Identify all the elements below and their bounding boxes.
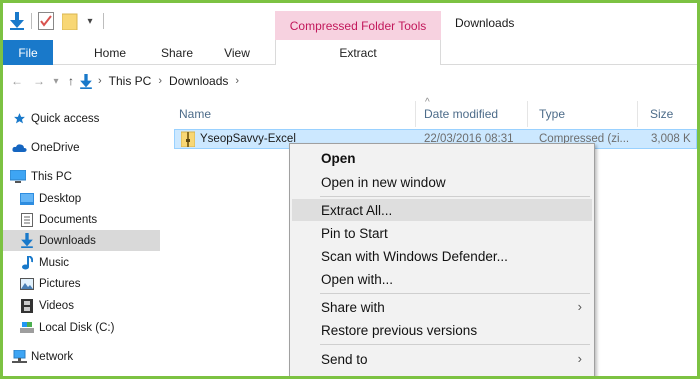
properties-icon[interactable] — [37, 11, 55, 31]
chevron-right-icon: › — [158, 75, 163, 87]
sidebar-item-onedrive[interactable]: OneDrive — [3, 137, 160, 158]
column-divider[interactable] — [527, 101, 528, 127]
chevron-right-icon: › — [235, 75, 240, 87]
title-bar: ▾ Compressed Folder Tools Downloads — [3, 3, 697, 41]
menu-item-open-with[interactable]: Open with... — [292, 268, 592, 290]
up-arrow-icon[interactable]: ↑ — [64, 73, 78, 89]
menu-item-restore-previous-versions[interactable]: Restore previous versions — [292, 319, 592, 341]
tab-extract[interactable]: Extract — [275, 40, 441, 65]
new-folder-icon[interactable] — [61, 11, 79, 31]
tab-home[interactable]: Home — [85, 40, 135, 65]
column-header-type[interactable]: Type — [539, 107, 565, 121]
chevron-right-icon: › — [98, 75, 102, 87]
menu-separator — [320, 344, 590, 345]
tab-share[interactable]: Share — [155, 40, 199, 65]
file-name: YseopSavvy-Excel — [200, 133, 296, 145]
qat-divider — [103, 13, 104, 29]
customize-qat-icon[interactable]: ▾ — [83, 11, 97, 31]
sidebar-item-this-pc[interactable]: This PC — [3, 166, 160, 187]
tab-view[interactable]: View — [217, 40, 257, 65]
column-header-size[interactable]: Size — [650, 107, 673, 121]
download-arrow-icon — [19, 233, 35, 248]
breadcrumb-this-pc[interactable]: This PC — [109, 74, 152, 88]
menu-item-send-to[interactable]: Send to › — [292, 348, 592, 370]
explorer-window: ▾ Compressed Folder Tools Downloads File… — [0, 0, 700, 379]
menu-item-scan-with-defender[interactable]: Scan with Windows Defender... — [292, 245, 592, 267]
star-icon — [11, 112, 27, 126]
film-icon — [19, 298, 35, 313]
zip-folder-icon — [180, 131, 196, 150]
sidebar-item-music[interactable]: Music — [3, 252, 160, 273]
column-divider[interactable] — [415, 101, 416, 127]
music-note-icon — [19, 255, 35, 270]
forward-arrow-icon[interactable]: → — [31, 73, 47, 89]
contextual-tab-group-header: Compressed Folder Tools — [275, 11, 441, 41]
pictures-icon — [19, 277, 35, 291]
sidebar-item-quick-access[interactable]: Quick access — [3, 108, 160, 129]
menu-separator — [320, 293, 590, 294]
network-icon — [11, 350, 27, 364]
computer-icon — [9, 170, 27, 184]
cloud-icon — [11, 141, 27, 155]
sidebar-item-desktop[interactable]: Desktop — [3, 188, 160, 209]
submenu-arrow-icon: › — [577, 351, 582, 366]
breadcrumb[interactable]: › This PC › Downloads › — [96, 71, 697, 91]
qat-divider — [31, 13, 32, 29]
desktop-folder-icon — [19, 192, 35, 206]
menu-item-open[interactable]: Open — [292, 147, 592, 169]
download-arrow-icon[interactable] — [9, 11, 25, 31]
drive-icon — [19, 321, 35, 335]
context-menu: Open Open in new window Extract All... P… — [289, 143, 595, 376]
menu-item-share-with[interactable]: Share with › — [292, 296, 592, 318]
address-bar: ← → ▾ ↑ › This PC › Downloads › — [3, 69, 697, 93]
sidebar-item-documents[interactable]: Documents — [3, 209, 160, 230]
file-size: 3,008 K — [651, 133, 691, 145]
breadcrumb-downloads[interactable]: Downloads — [169, 74, 228, 88]
ribbon-tabs: File Home Share View Extract — [3, 40, 697, 65]
downloads-location-icon — [78, 73, 94, 89]
sidebar-item-network[interactable]: Network — [3, 346, 160, 367]
recent-locations-chevron-icon[interactable]: ▾ — [50, 73, 62, 89]
menu-separator — [320, 196, 590, 197]
column-header-date[interactable]: Date modified — [424, 107, 498, 121]
sidebar-item-videos[interactable]: Videos — [3, 295, 160, 316]
navigation-pane: Quick access OneDrive This PC Desktop Do… — [3, 101, 163, 376]
submenu-arrow-icon: › — [577, 299, 582, 314]
column-headers: Name ^ Date modified Type Size — [163, 97, 697, 127]
sidebar-item-pictures[interactable]: Pictures — [3, 273, 160, 294]
back-arrow-icon[interactable]: ← — [9, 73, 25, 89]
tab-file[interactable]: File — [3, 40, 53, 65]
menu-item-pin-to-start[interactable]: Pin to Start — [292, 222, 592, 244]
column-header-name[interactable]: Name — [179, 107, 211, 121]
sidebar-item-downloads[interactable]: Downloads — [3, 230, 160, 251]
menu-item-open-in-new-window[interactable]: Open in new window — [292, 171, 592, 193]
documents-icon — [19, 212, 35, 227]
sidebar-item-local-disk[interactable]: Local Disk (C:) — [3, 317, 160, 338]
menu-item-extract-all[interactable]: Extract All... — [292, 199, 592, 221]
column-divider[interactable] — [637, 101, 638, 127]
window-title: Downloads — [455, 16, 515, 30]
